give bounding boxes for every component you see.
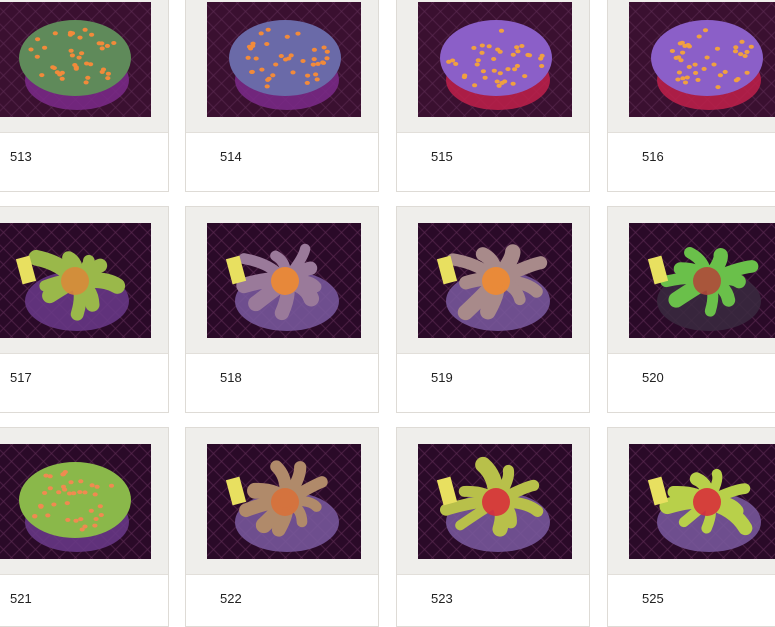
coral-photo[interactable] xyxy=(207,444,361,559)
thumbnail-frame xyxy=(0,428,168,575)
thumbnail-frame xyxy=(608,0,775,133)
coral-photo[interactable] xyxy=(0,2,151,117)
coral-photo[interactable] xyxy=(629,223,775,338)
coral-photo-image xyxy=(629,223,775,338)
gallery-card[interactable]: 523 xyxy=(396,427,590,627)
coral-photo[interactable] xyxy=(418,444,572,559)
coral-photo-image xyxy=(0,444,151,559)
item-number-label: 523 xyxy=(431,591,453,606)
coral-photo[interactable] xyxy=(418,223,572,338)
item-number-label: 519 xyxy=(431,370,453,385)
coral-photo-image xyxy=(0,2,151,117)
coral-photo[interactable] xyxy=(0,444,151,559)
gallery-card[interactable]: 518 xyxy=(185,206,379,413)
coral-photo-image xyxy=(418,223,572,338)
coral-photo-image xyxy=(207,223,361,338)
item-number-label: 525 xyxy=(642,591,664,606)
coral-photo[interactable] xyxy=(629,444,775,559)
gallery-card[interactable]: 514 xyxy=(185,0,379,192)
coral-photo-image xyxy=(418,2,572,117)
thumbnail-frame xyxy=(0,207,168,354)
gallery-card[interactable]: 525 xyxy=(607,427,775,627)
thumbnail-frame xyxy=(186,207,378,354)
coral-photo[interactable] xyxy=(207,223,361,338)
thumbnail-frame xyxy=(0,0,168,133)
item-number-label: 520 xyxy=(642,370,664,385)
coral-photo-image xyxy=(207,444,361,559)
coral-photo-image xyxy=(629,2,775,117)
item-number-label: 521 xyxy=(10,591,32,606)
coral-photo[interactable] xyxy=(0,223,151,338)
item-number-label: 517 xyxy=(10,370,32,385)
thumbnail-frame xyxy=(186,0,378,133)
coral-photo-image xyxy=(629,444,775,559)
item-number-label: 515 xyxy=(431,149,453,164)
coral-photo-image xyxy=(418,444,572,559)
thumbnail-frame xyxy=(397,0,589,133)
thumbnail-frame xyxy=(186,428,378,575)
item-number-label: 513 xyxy=(10,149,32,164)
thumbnail-frame xyxy=(397,428,589,575)
item-number-label: 514 xyxy=(220,149,242,164)
gallery-card[interactable]: 515 xyxy=(396,0,590,192)
gallery-card[interactable]: 517 xyxy=(0,206,169,413)
thumbnail-frame xyxy=(608,428,775,575)
thumbnail-frame xyxy=(608,207,775,354)
item-number-label: 518 xyxy=(220,370,242,385)
gallery-card[interactable]: 522 xyxy=(185,427,379,627)
coral-photo[interactable] xyxy=(207,2,361,117)
coral-photo[interactable] xyxy=(629,2,775,117)
gallery-card[interactable]: 521 xyxy=(0,427,169,627)
item-number-label: 522 xyxy=(220,591,242,606)
thumbnail-frame xyxy=(397,207,589,354)
gallery-card[interactable]: 516 xyxy=(607,0,775,192)
coral-photo-image xyxy=(207,2,361,117)
gallery-card[interactable]: 519 xyxy=(396,206,590,413)
gallery-card[interactable]: 513 xyxy=(0,0,169,192)
coral-photo[interactable] xyxy=(418,2,572,117)
gallery-card[interactable]: 520 xyxy=(607,206,775,413)
item-number-label: 516 xyxy=(642,149,664,164)
coral-photo-image xyxy=(0,223,151,338)
